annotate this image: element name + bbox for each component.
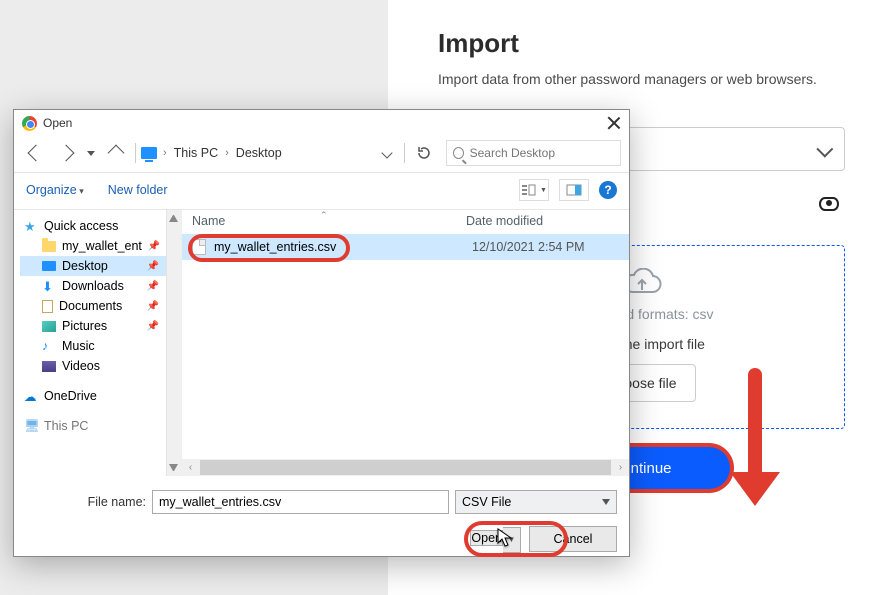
breadcrumb-seg[interactable]: This PC (171, 146, 221, 160)
breadcrumb-seg[interactable]: Desktop (233, 146, 285, 160)
search-field[interactable] (470, 146, 614, 160)
scroll-right-icon: › (612, 459, 629, 476)
scroll-down-icon (169, 464, 178, 473)
sidebar-label: Pictures (62, 319, 107, 333)
pictures-icon (42, 321, 56, 332)
this-pc-icon: 🖥 (24, 419, 38, 433)
videos-icon (42, 361, 56, 372)
star-icon: ★ (24, 219, 38, 233)
eye-icon[interactable] (819, 197, 839, 211)
nav-back-button[interactable] (22, 140, 50, 166)
dialog-title: Open (43, 116, 607, 130)
sidebar-item[interactable]: ⬇ Downloads 📌 (20, 276, 181, 296)
help-button[interactable]: ? (599, 181, 617, 199)
pin-icon: 📌 (147, 321, 159, 332)
sidebar-item[interactable]: Pictures 📌 (20, 316, 181, 336)
sidebar-item[interactable]: my_wallet_ent 📌 (20, 236, 181, 256)
nav-recent-button[interactable] (82, 140, 100, 166)
sidebar-label: Downloads (62, 279, 124, 293)
folder-icon (42, 241, 56, 252)
search-input[interactable] (446, 140, 621, 166)
preview-pane-button[interactable] (559, 179, 589, 201)
file-date: 12/10/2021 2:54 PM (472, 240, 585, 254)
scrollbar-thumb[interactable] (200, 460, 611, 475)
sort-indicator-icon: ⌃ (320, 210, 328, 221)
sidebar-onedrive[interactable]: ☁ OneDrive (20, 386, 181, 406)
sidebar-label: Quick access (44, 219, 118, 233)
file-icon (192, 239, 206, 255)
view-mode-button[interactable]: ▼ (519, 179, 549, 201)
file-type-select[interactable]: CSV File (455, 490, 617, 514)
file-list: ⌃ Name Date modified my_wallet_entries.c… (182, 210, 629, 476)
page-subtitle: Import data from other password managers… (438, 71, 845, 87)
sidebar-label: Videos (62, 359, 100, 373)
sidebar-item[interactable]: Videos (20, 356, 181, 376)
sidebar-label: Desktop (62, 259, 108, 273)
sidebar-label: OneDrive (44, 389, 97, 403)
close-button[interactable] (607, 116, 621, 130)
music-icon: ♪ (42, 339, 56, 353)
cancel-button[interactable]: Cancel (529, 526, 617, 552)
list-view-icon (521, 184, 537, 196)
column-header-name[interactable]: Name (192, 214, 466, 228)
sidebar-this-pc[interactable]: 🖥 This PC (20, 416, 181, 436)
open-button[interactable]: Open (470, 530, 503, 546)
nav-sidebar: ★ Quick access my_wallet_ent 📌 Desktop 📌 ⬇… (14, 210, 182, 476)
pin-icon: 📌 (147, 301, 159, 312)
sidebar-item-desktop[interactable]: Desktop 📌 (20, 256, 181, 276)
nav-up-button[interactable] (102, 140, 130, 166)
column-header-date[interactable]: Date modified (466, 214, 619, 228)
search-icon (453, 147, 464, 159)
downloads-icon: ⬇ (42, 279, 56, 293)
chevron-right-icon: › (223, 147, 231, 159)
sidebar-label: Music (62, 339, 95, 353)
open-file-dialog: Open › This PC › Desktop Organize New fo… (13, 109, 630, 557)
pin-icon: 📌 (147, 281, 159, 292)
chrome-icon (22, 116, 37, 131)
file-type-label: CSV File (462, 495, 511, 509)
pin-icon: 📌 (147, 261, 159, 272)
sidebar-item[interactable]: ♪ Music (20, 336, 181, 356)
sidebar-scrollbar[interactable] (166, 210, 181, 476)
file-row[interactable]: my_wallet_entries.csv 12/10/2021 2:54 PM (182, 234, 629, 260)
file-name-label: File name: (26, 495, 146, 509)
open-dropdown-button[interactable]: ▼ (503, 527, 521, 553)
breadcrumb-dropdown-icon[interactable] (381, 147, 392, 158)
page-title: Import (438, 28, 845, 59)
sidebar-quick-access[interactable]: ★ Quick access (20, 216, 181, 236)
preview-icon (566, 184, 582, 196)
nav-forward-button[interactable] (52, 140, 80, 166)
refresh-button[interactable] (410, 140, 438, 166)
sidebar-item[interactable]: Documents 📌 (20, 296, 181, 316)
file-name: my_wallet_entries.csv (214, 240, 472, 254)
this-pc-icon (141, 147, 157, 159)
sidebar-label: my_wallet_ent (62, 239, 142, 253)
organize-menu[interactable]: Organize (26, 183, 84, 197)
scroll-up-icon (169, 213, 178, 222)
onedrive-icon: ☁ (24, 389, 38, 403)
chevron-right-icon: › (161, 147, 169, 159)
scroll-left-icon: ‹ (182, 459, 199, 476)
pin-icon: 📌 (148, 241, 160, 252)
documents-icon (42, 300, 53, 313)
desktop-icon (42, 261, 56, 271)
file-name-input[interactable] (152, 490, 449, 514)
sidebar-label: Documents (59, 299, 122, 313)
new-folder-button[interactable]: New folder (108, 183, 168, 197)
horizontal-scrollbar[interactable]: ‹ › (182, 459, 629, 476)
sidebar-label: This PC (44, 419, 88, 433)
